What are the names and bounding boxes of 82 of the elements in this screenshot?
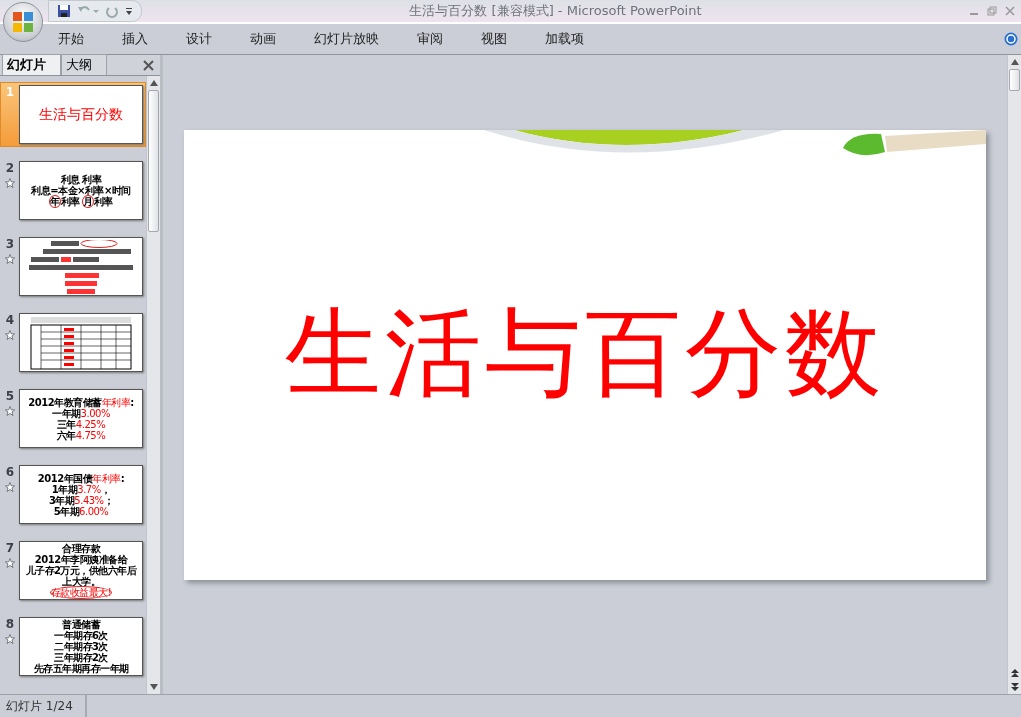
- thumbnail-text: 生活与百分数: [39, 106, 123, 123]
- scrollbar-thumb[interactable]: [148, 90, 159, 232]
- slide-indicator: 幻灯片 1/24: [0, 695, 87, 717]
- slide-list-item[interactable]: 7 合理存款 2012年李阿姨准备给 儿子存2万元，供他六年后 上大学。 存款收益最大!: [0, 538, 146, 603]
- office-button[interactable]: [3, 2, 43, 42]
- scrollbar[interactable]: [146, 76, 160, 694]
- office-logo-icon: [12, 11, 34, 33]
- customize-caret-icon[interactable]: [125, 6, 133, 16]
- slide-number: 8: [5, 617, 15, 631]
- slide-thumbnail[interactable]: [19, 237, 143, 296]
- thumbnail-text: 儿子存2万元，供他六年后: [25, 565, 137, 576]
- scrollbar-thumb[interactable]: [1009, 69, 1020, 91]
- thumbnail-text: 5年期6.00%: [53, 505, 109, 517]
- star-icon: [5, 406, 15, 416]
- thumbnail-text: 合理存款: [62, 543, 100, 554]
- slide-thumbnail[interactable]: 合理存款 2012年李阿姨准备给 儿子存2万元，供他六年后 上大学。 存款收益最大!: [19, 541, 143, 600]
- slide-number: 2: [5, 161, 15, 175]
- ribbon-tab[interactable]: 开始: [58, 28, 84, 50]
- slide-list-item[interactable]: 5 2012年教育储蓄年利率: 一年期3.00% 三年4.25% 六年4.75%: [0, 386, 146, 451]
- next-slide-icon[interactable]: [1010, 683, 1019, 691]
- thumbnail-text: 二年期存3次: [54, 641, 108, 652]
- slide-list-item[interactable]: 8 普通储蓄 一年期存6次 二年期存3次 三年期存2次 先存五年期再存一年期: [0, 614, 146, 679]
- slide-canvas[interactable]: 生活与百分数: [184, 129, 986, 580]
- ribbon-tab[interactable]: 插入: [122, 28, 148, 50]
- slide-thumbnail[interactable]: 2012年教育储蓄年利率: 一年期3.00% 三年4.25% 六年4.75%: [19, 389, 143, 448]
- save-icon[interactable]: [57, 4, 71, 18]
- slide-number: 7: [5, 541, 15, 555]
- thumbnail-text: 2012年教育储蓄年利率:: [28, 396, 134, 408]
- scroll-up-icon[interactable]: [1010, 59, 1019, 65]
- thumbnail-text: 存款收益最大!: [49, 587, 113, 598]
- slide-number: 6: [5, 465, 15, 479]
- slide-number: 5: [5, 389, 15, 403]
- slide-list-item[interactable]: 2 利息 利率 利息=本金×利率×时间 年利率 月利率: [0, 158, 146, 223]
- panel-tab[interactable]: 幻灯片: [2, 54, 61, 75]
- thumbnail-text: 1年期3.7%，: [51, 483, 111, 495]
- slide-thumbnail[interactable]: 2012年国债年利率: 1年期3.7%， 3年期5.43%； 5年期6.00%: [19, 465, 143, 524]
- thumbnail-text: 六年4.75%: [56, 429, 106, 441]
- previous-slide-icon[interactable]: [1010, 669, 1019, 677]
- slide-number: 3: [5, 237, 15, 251]
- window-title: 生活与百分数 [兼容模式] - Microsoft PowerPoint: [408, 2, 703, 20]
- thumbnail-text: 3年期5.43%；: [48, 494, 114, 506]
- slide-title[interactable]: 生活与百分数: [285, 289, 885, 420]
- ribbon-tab[interactable]: 幻灯片放映: [314, 28, 379, 50]
- thumbnail-text: 上大学。: [62, 576, 100, 587]
- slide-thumbnail[interactable]: 普通储蓄 一年期存6次 二年期存3次 三年期存2次 先存五年期再存一年期: [19, 617, 143, 676]
- panel-tab[interactable]: 大纲: [61, 54, 107, 75]
- star-icon: [5, 482, 15, 492]
- star-icon: [5, 558, 15, 568]
- scroll-up-icon[interactable]: [149, 80, 158, 86]
- slide-thumbnail[interactable]: 生活与百分数: [19, 85, 143, 144]
- scroll-down-icon[interactable]: [149, 684, 158, 690]
- thumbnail-text: 利息 利率: [60, 174, 102, 185]
- slide-list-item[interactable]: 3: [0, 234, 146, 299]
- thumbnail-text: 2012年李阿姨准备给: [34, 554, 128, 565]
- thumbnail-text: 利息=本金×利率×时间: [31, 185, 131, 196]
- slide-number: 4: [5, 313, 15, 327]
- ribbon-tab[interactable]: 审阅: [417, 28, 443, 50]
- help-icon[interactable]: [1004, 32, 1018, 46]
- ribbon-tab[interactable]: 视图: [481, 28, 507, 50]
- slide-list-item[interactable]: 4: [0, 310, 146, 375]
- ribbon-tab[interactable]: 设计: [186, 28, 212, 50]
- slide-thumbnail[interactable]: [19, 313, 143, 372]
- thumbnail-text: 年利率 月利率: [49, 196, 113, 207]
- star-icon: [5, 178, 15, 188]
- scrollbar[interactable]: [1007, 55, 1021, 694]
- thumbnail-text: 一年期存6次: [54, 630, 108, 641]
- ribbon-tab[interactable]: 加载项: [545, 28, 584, 50]
- slide-number: 1: [5, 85, 15, 99]
- ribbon-tab[interactable]: 动画: [250, 28, 276, 50]
- slide-list-item[interactable]: 6 2012年国债年利率: 1年期3.7%， 3年期5.43%； 5年期6.00%: [0, 462, 146, 527]
- close-icon[interactable]: [143, 59, 154, 71]
- slide-list-item[interactable]: 1 生活与百分数: [0, 82, 146, 147]
- thumbnail-text: 一年期3.00%: [52, 407, 110, 419]
- star-icon: [5, 254, 15, 264]
- thumbnail-text: 三年4.25%: [56, 418, 106, 430]
- thumbnail-text: 普通储蓄: [62, 619, 100, 630]
- thumbnail-text: 先存五年期再存一年期: [33, 663, 129, 674]
- star-icon: [5, 634, 15, 644]
- thumbnail-text: 2012年国债年利率:: [37, 472, 125, 484]
- thumbnail-text: 三年期存2次: [54, 652, 108, 663]
- star-icon: [5, 330, 15, 340]
- slide-thumbnail[interactable]: 利息 利率 利息=本金×利率×时间 年利率 月利率: [19, 161, 143, 220]
